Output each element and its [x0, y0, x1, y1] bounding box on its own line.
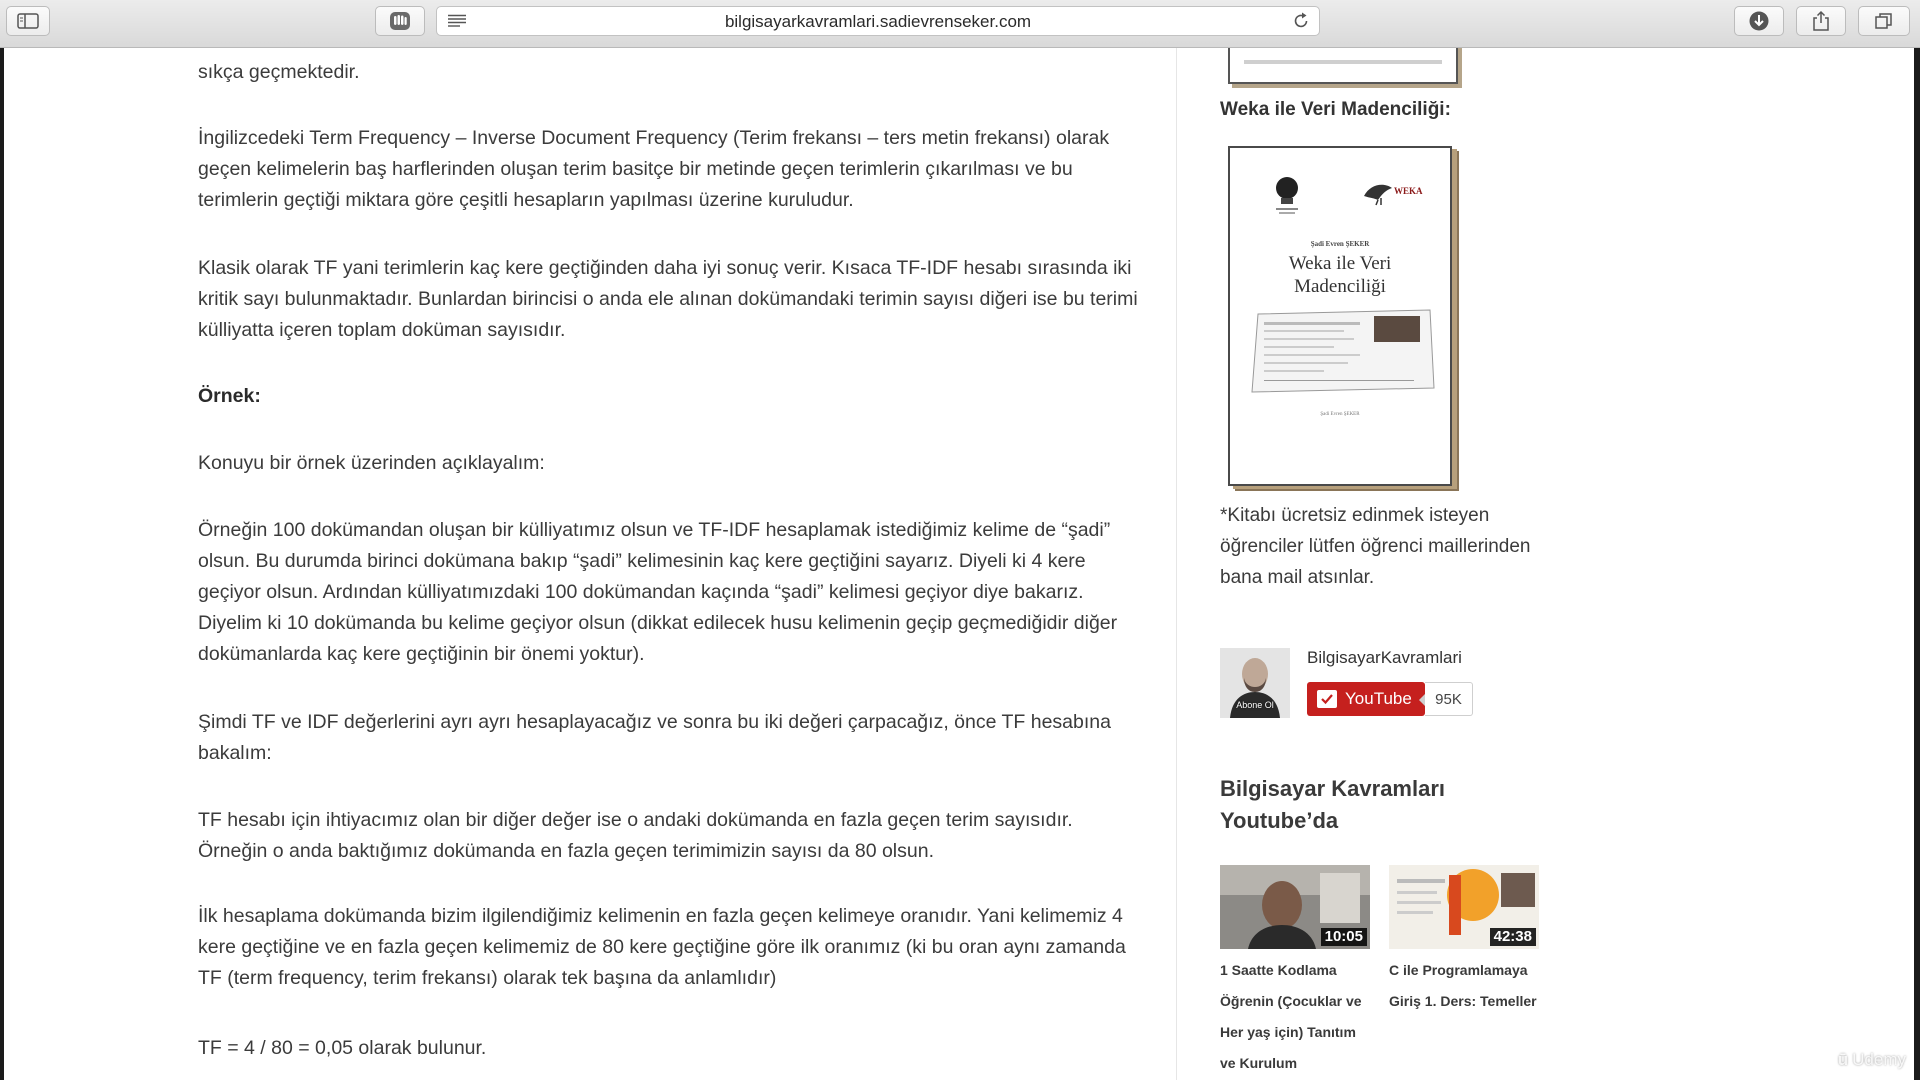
book-footer-text: Şadi Evren ŞEKER: [1320, 412, 1360, 417]
video-thumbnail[interactable]: 42:38: [1389, 865, 1539, 949]
downloads-button[interactable]: [1734, 6, 1784, 36]
address-bar[interactable]: bilgisayarkavramlari.sadievrenseker.com: [436, 6, 1320, 36]
video-duration: 42:38: [1489, 928, 1536, 946]
article-paragraph: sıkça geçmektedir.: [198, 61, 360, 83]
article-paragraph: Örneğin 100 dokümandan oluşan bir külliy…: [198, 519, 1118, 665]
youtube-subscribe-button[interactable]: YouTube: [1307, 682, 1425, 716]
browser-window: bilgisayarkavramlari.sadievrenseker.com: [0, 0, 1920, 1080]
video-thumbnail[interactable]: 10:05: [1220, 865, 1370, 949]
article-paragraph: İngilizcedeki Term Frequency – Inverse D…: [198, 127, 1110, 211]
article-paragraph: TF hesabı için ihtiyacımız olan bir diğe…: [198, 809, 1073, 862]
article-paragraph: TF = 4 / 80 = 0,05 olarak bulunur.: [198, 1037, 487, 1059]
book-author: Şadi Evren ŞEKER: [1310, 240, 1370, 248]
weka-bird-icon: [1364, 184, 1392, 206]
book-title: Weka ile Veri Madenciliği: [1288, 253, 1392, 297]
youtube-button-label: YouTube: [1345, 689, 1412, 708]
video-card[interactable]: 10:05 1 Saatte Kodlama Öğrenin (Çocuklar…: [1220, 865, 1370, 1079]
youtube-section-title: Bilgisayar Kavramları Youtube’da: [1220, 776, 1446, 833]
book-cover-screenshot: [1251, 309, 1435, 393]
article-text-cut: [198, 48, 1138, 57]
share-icon: [1813, 10, 1829, 31]
article-paragraph: Konuyu bir örnek üzerinden açıklayalım:: [198, 452, 545, 474]
window-edge-right: [1914, 48, 1920, 1080]
previous-book-image[interactable]: [1228, 48, 1458, 84]
sidebar-divider: [1176, 48, 1177, 1080]
check-icon: [1317, 690, 1337, 708]
weka-book-cover[interactable]: WEKA Şadi Evren ŞEKER Weka ile Veri Made…: [1228, 146, 1452, 486]
article-paragraph: Şimdi TF ve IDF değerlerini ayrı ayrı he…: [198, 711, 1111, 764]
subscribe-label: Abone Ol: [1236, 700, 1274, 710]
weka-logo-text: WEKA: [1394, 186, 1423, 196]
example-heading: Örnek:: [198, 385, 261, 407]
video-duration: 10:05: [1320, 928, 1367, 946]
publisher-logo-icon: [1276, 177, 1298, 214]
hand-shield-icon: [390, 12, 410, 30]
download-icon: [1749, 11, 1769, 31]
tabs-icon: [1875, 13, 1892, 29]
video-title[interactable]: 1 Saatte Kodlama Öğrenin (Çocuklar ve He…: [1220, 955, 1370, 1079]
article-paragraph: İlk hesaplama dokümanda bizim ilgilendiğ…: [198, 905, 1126, 989]
web-page[interactable]: sıkça geçmektedir. İngilizcedeki Term Fr…: [4, 48, 1914, 1080]
article-paragraph: Klasik olarak TF yani terimlerin kaç ker…: [198, 257, 1138, 341]
reload-icon[interactable]: [1291, 11, 1311, 31]
sidebar-icon: [17, 13, 39, 29]
url-text: bilgisayarkavramlari.sadievrenseker.com: [724, 12, 1032, 31]
browser-toolbar: bilgisayarkavramlari.sadievrenseker.com: [0, 0, 1920, 48]
video-title[interactable]: C ile Programlamaya Giriş 1. Ders: Temel…: [1389, 955, 1539, 1017]
channel-avatar[interactable]: Abone Ol: [1220, 648, 1290, 718]
sidebar-toggle-button[interactable]: [6, 6, 50, 36]
udemy-logo-icon: ū: [1837, 1050, 1849, 1069]
weka-section-title: Weka ile Veri Madenciliği:: [1220, 99, 1451, 120]
video-card[interactable]: 42:38 C ile Programlamaya Giriş 1. Ders:…: [1389, 865, 1539, 1017]
tabs-overview-button[interactable]: [1858, 6, 1910, 36]
privacy-extension-button[interactable]: [375, 6, 425, 36]
watermark-text: Udemy: [1852, 1050, 1906, 1069]
channel-name[interactable]: BilgisayarKavramlari: [1307, 648, 1462, 668]
udemy-watermark: ū Udemy: [1838, 1050, 1906, 1070]
share-button[interactable]: [1796, 6, 1846, 36]
subscriber-count: 95K: [1419, 682, 1473, 716]
book-note: *Kitabı ücretsiz edinmek isteyen öğrenci…: [1220, 505, 1531, 588]
